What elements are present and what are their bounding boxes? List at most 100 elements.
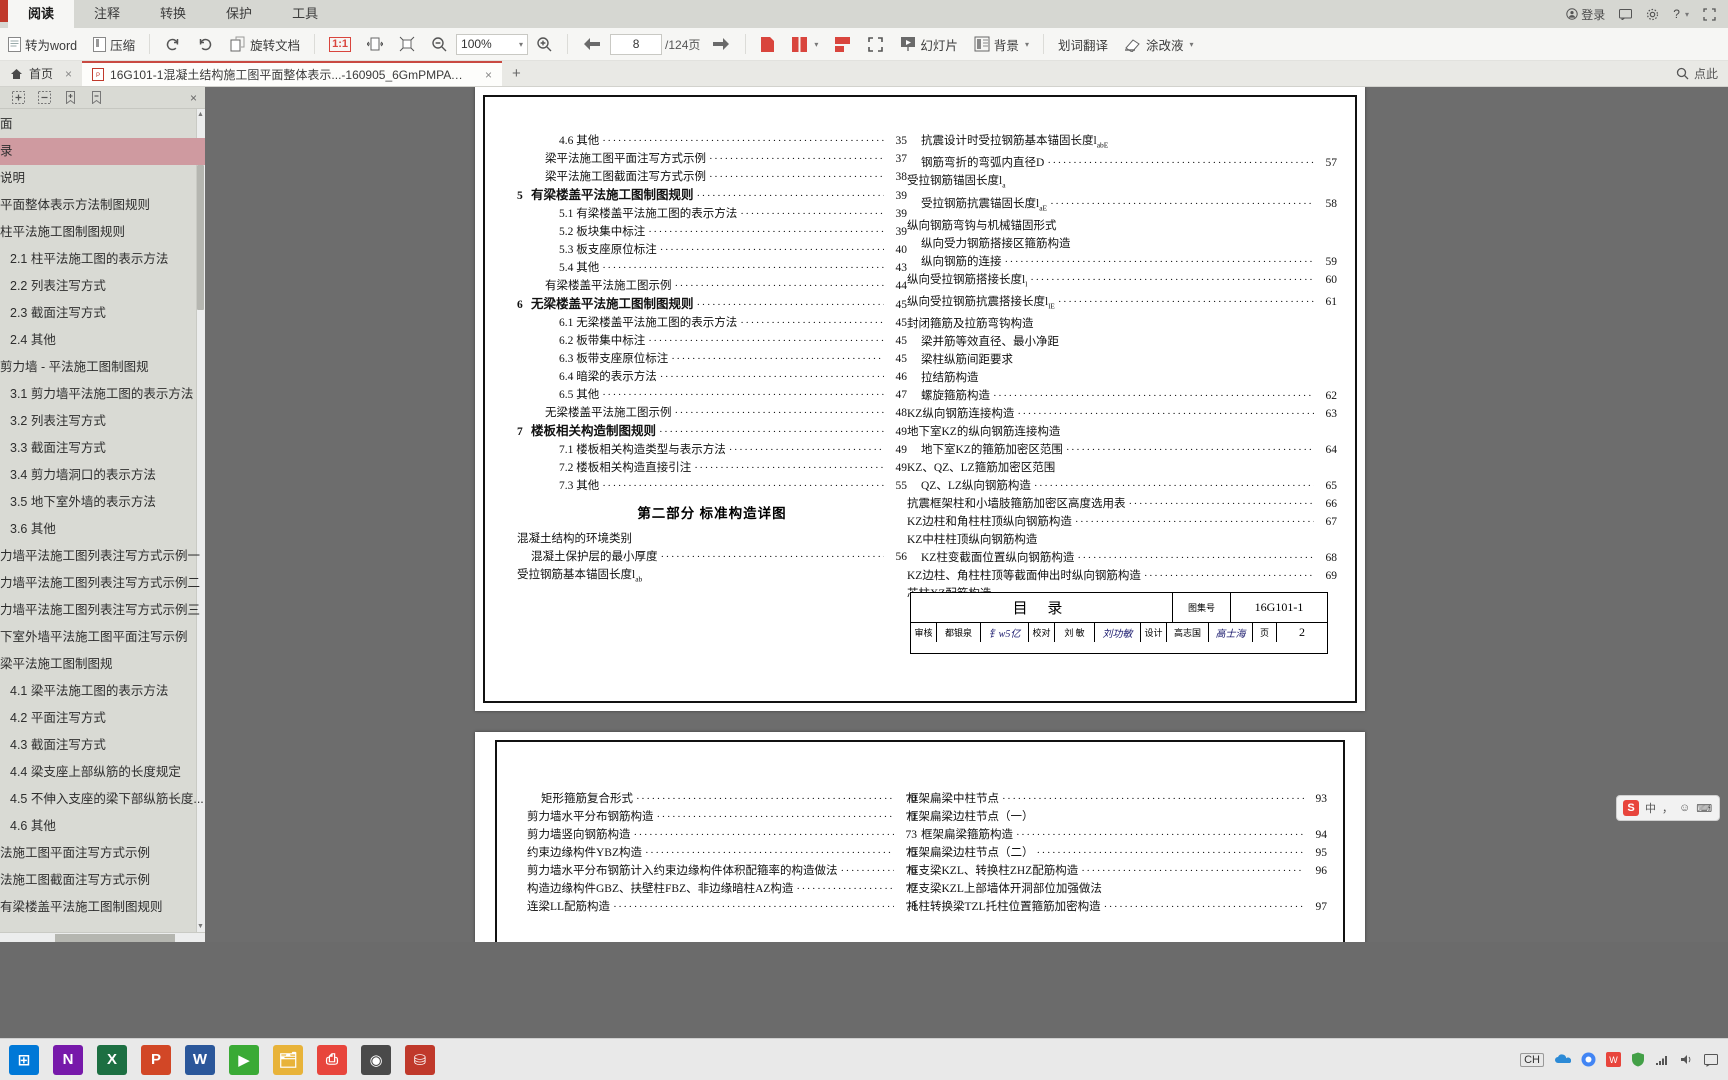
zoom-level-select[interactable]: 100% ▾ — [456, 33, 529, 55]
toc-entry[interactable]: 6 无梁楼盖平法施工图制图规则 ··························… — [517, 295, 907, 314]
toc-entry[interactable]: 7.3 其他 ··································… — [517, 477, 907, 495]
sidebar-item-28[interactable]: 法施工图截面注写方式示例 — [0, 867, 205, 894]
toc-entry[interactable]: 矩形箍筋复合形式 ································… — [527, 790, 917, 808]
toc-entry[interactable]: 纵向受拉钢筋抗震搭接长度llE ·························… — [907, 293, 1337, 315]
sidebar-item-9[interactable]: 剪力墙 - 平法施工图制图规 — [0, 354, 205, 381]
toc-entry[interactable]: 7.2 楼板相关构造直接引注 ··························… — [517, 459, 907, 477]
pdf-page-2[interactable]: 矩形箍筋复合形式 ································… — [475, 732, 1365, 942]
volume-icon[interactable] — [1680, 1053, 1694, 1066]
toc-entry[interactable]: 6.1 无梁楼盖平法施工图的表示方法 ······················… — [517, 314, 907, 332]
sidebar-item-22[interactable]: 4.2 平面注写方式 — [0, 705, 205, 732]
toc-entry[interactable]: 梁平法施工图截面注写方式示例 ··························… — [517, 168, 907, 186]
ime-floating-toolbar[interactable]: S 中 ， ☺ ⌨ — [1616, 795, 1720, 821]
wps-tray-icon[interactable]: W — [1606, 1052, 1621, 1067]
toc-entry[interactable]: 构造边缘构件GBZ、扶壁柱FBZ、非边缘暗柱AZ构造 ··············… — [527, 880, 917, 898]
sidebar-item-13[interactable]: 3.4 剪力墙洞口的表示方法 — [0, 462, 205, 489]
tab-pdf-close-icon[interactable]: × — [485, 68, 492, 82]
sidebar-item-14[interactable]: 3.5 地下室外墙的表示方法 — [0, 489, 205, 516]
toc-entry[interactable]: 受拉钢筋抗震锚固长度laE ···························… — [907, 195, 1337, 217]
toc-entry[interactable]: 6.3 板带支座原位标注 ····························… — [517, 350, 907, 368]
sidebar-item-5[interactable]: 2.1 柱平法施工图的表示方法 — [0, 246, 205, 273]
toc-entry[interactable]: 地下室KZ的箍筋加密区范围 ···························… — [907, 441, 1337, 459]
sidebar-item-2[interactable]: 说明 — [0, 165, 205, 192]
toc-entry[interactable]: 梁柱纵筋间距要求 — [907, 351, 1337, 369]
taskbar-onenote[interactable]: N — [48, 1041, 88, 1079]
next-page-button[interactable] — [703, 28, 739, 61]
toc-entry[interactable]: 托柱转换梁TZL托柱位置箍筋加密构造 ······················… — [907, 898, 1327, 916]
ime-punctuation-icon[interactable]: ， — [1662, 800, 1673, 816]
toc-entry[interactable]: 框架扁梁边柱节点（二） ·····························… — [907, 844, 1327, 862]
page-number-input[interactable]: 8 — [610, 33, 663, 55]
toc-entry[interactable]: 5.1 有梁楼盖平法施工图的表示方法 ······················… — [517, 205, 907, 223]
login-button[interactable]: 登录 — [1566, 6, 1605, 23]
language-badge[interactable]: CH — [1520, 1052, 1544, 1067]
taskbar-media-player[interactable]: ▶ — [224, 1041, 264, 1079]
background-button[interactable]: 背景 ▾ — [966, 28, 1037, 61]
remove-bookmark-icon[interactable] — [90, 91, 103, 104]
sidebar-item-20[interactable]: 梁平法施工图制图规 — [0, 651, 205, 678]
taskbar-word[interactable]: W — [180, 1041, 220, 1079]
pdf-page-1[interactable]: 4.6 其他 ··································… — [475, 87, 1365, 711]
sidebar-item-17[interactable]: 力墙平法施工图列表注写方式示例二 — [0, 570, 205, 597]
sidebar-horizontal-scrollbar[interactable] — [0, 932, 205, 942]
shield-icon[interactable] — [1631, 1052, 1645, 1067]
toc-entry[interactable]: 无梁楼盖平法施工图示例 ·····························… — [517, 404, 907, 422]
pdf-viewer[interactable]: 4.6 其他 ··································… — [205, 87, 1728, 942]
slideshow-button[interactable]: 幻灯片 — [892, 28, 966, 61]
taskbar-windows-start[interactable]: ⊞ — [4, 1041, 44, 1079]
onedrive-icon[interactable] — [1554, 1053, 1571, 1066]
ribbon-tab-tools[interactable]: 工具 — [272, 0, 338, 28]
toc-entry[interactable]: 5.2 板块集中标注 ······························… — [517, 223, 907, 241]
sidebar-item-1[interactable]: 录 — [0, 138, 205, 165]
toc-entry[interactable]: 4.6 其他 ··································… — [517, 132, 907, 150]
convert-to-word-button[interactable]: 转为word — [0, 28, 85, 61]
toc-entry[interactable]: 纵向受拉钢筋搭接长度ll ····························… — [907, 271, 1337, 293]
rotate-left-icon[interactable] — [156, 28, 189, 61]
rotate-right-icon[interactable] — [189, 28, 222, 61]
toc-entry[interactable]: 拉结筋构造 — [907, 369, 1337, 387]
toc-entry[interactable]: 框支梁KZL上部墙体开洞部位加强做法 — [907, 880, 1327, 898]
toc-entry[interactable]: 5.4 其他 ··································… — [517, 259, 907, 277]
toc-entry[interactable]: 螺旋箍筋构造 ··································… — [907, 387, 1337, 405]
expand-icon[interactable] — [1703, 7, 1716, 21]
toc-entry[interactable]: 纵向钢筋的连接 ·································… — [907, 253, 1337, 271]
toc-entry[interactable]: 7.1 楼板相关构造类型与表示方法 ·······················… — [517, 441, 907, 459]
zoom-in-button[interactable] — [528, 28, 561, 61]
chrome-icon[interactable] — [1581, 1052, 1596, 1067]
toc-entry[interactable]: KZ中柱柱顶纵向钢筋构造 — [907, 531, 1337, 549]
toc-entry[interactable]: KZ柱变截面位置纵向钢筋构造 ··························… — [907, 549, 1337, 567]
toc-entry[interactable]: 6.5 其他 ··································… — [517, 386, 907, 404]
sidebar-item-3[interactable]: 平面整体表示方法制图规则 — [0, 192, 205, 219]
sidebar-item-25[interactable]: 4.5 不伸入支座的梁下部纵筋长度... — [0, 786, 205, 813]
ime-keyboard-icon[interactable]: ⌨ — [1696, 802, 1712, 815]
taskbar-powerpoint[interactable]: P — [136, 1041, 176, 1079]
comment-icon[interactable] — [1619, 8, 1633, 20]
toc-entry[interactable]: 6.4 暗梁的表示方法 ·····························… — [517, 368, 907, 386]
toc-entry[interactable]: 梁平法施工图平面注写方式示例 ··························… — [517, 150, 907, 168]
toc-entry[interactable]: 6.2 板带集中标注 ······························… — [517, 332, 907, 350]
translate-button[interactable]: 划词翻译 — [1050, 28, 1116, 61]
toc-entry[interactable]: 受拉钢筋锚固长度la — [907, 172, 1337, 194]
gear-icon[interactable] — [1646, 8, 1659, 21]
whiteout-button[interactable]: 涂改液 ▾ — [1116, 28, 1202, 61]
ribbon-tab-protect[interactable]: 保护 — [206, 0, 272, 28]
toc-entry[interactable]: 约束边缘构件YBZ构造 ·····························… — [527, 844, 917, 862]
toc-entry[interactable]: 地下室KZ的纵向钢筋连接构造 — [907, 423, 1337, 441]
toc-entry[interactable]: 混凝土保护层的最小厚度 ·····························… — [517, 548, 907, 566]
taskbar-wps-pdf[interactable]: ⛁ — [400, 1041, 440, 1079]
sidebar-item-21[interactable]: 4.1 梁平法施工图的表示方法 — [0, 678, 205, 705]
add-bookmark-icon[interactable] — [64, 91, 77, 104]
sidebar-item-8[interactable]: 2.4 其他 — [0, 327, 205, 354]
compress-button[interactable]: 压缩 — [85, 28, 143, 61]
actual-size-button[interactable]: 1:1 — [321, 28, 359, 61]
sidebar-item-24[interactable]: 4.4 梁支座上部纵筋的长度规定 — [0, 759, 205, 786]
continuous-page-button[interactable] — [826, 28, 859, 61]
toc-entry[interactable]: 剪力墙水平分布钢筋构造 ·····························… — [527, 808, 917, 826]
tabbar-search[interactable]: 点此 — [1676, 61, 1728, 86]
sidebar-close-icon[interactable]: × — [190, 91, 197, 105]
toc-entry[interactable]: 剪力墙水平分布钢筋计入约束边缘构件体积配箍率的构造做法·············… — [527, 862, 917, 880]
toc-entry[interactable]: 抗震框架柱和小墙肢箍筋加密区高度选用表 ·····················… — [907, 495, 1337, 513]
toc-entry[interactable]: 框架扁梁中柱节点 ································… — [907, 790, 1327, 808]
toc-entry[interactable]: 框架扁梁箍筋构造 ································… — [907, 826, 1327, 844]
rotate-document-button[interactable]: 旋转文档 — [222, 28, 308, 61]
